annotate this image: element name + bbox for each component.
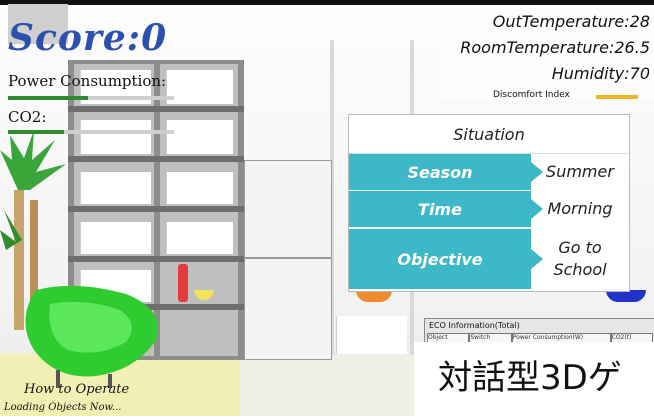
- book-row: [166, 70, 233, 104]
- environment-panel: OutTemperature:28 RoomTemperature:26.5 H…: [440, 8, 654, 100]
- title-banner: 対話型3Dゲ: [414, 342, 654, 416]
- power-consumption-bar: [8, 96, 88, 100]
- book-row: [80, 172, 151, 204]
- humidity: Humidity:70: [551, 64, 650, 83]
- co2-label: CO2:: [8, 108, 47, 126]
- discomfort-index-bar: [596, 95, 638, 99]
- green-chair: [25, 285, 159, 388]
- book-row: [166, 120, 233, 154]
- objective-value: Go to School: [553, 238, 607, 279]
- red-vase: [178, 264, 188, 302]
- situation-key-time: Time: [349, 191, 543, 227]
- score-display: Score:0: [8, 17, 168, 59]
- situation-key-objective: Objective: [349, 229, 543, 289]
- book-row: [166, 222, 233, 254]
- book-row: [336, 316, 407, 354]
- book-row: [80, 222, 151, 254]
- time-value: Morning: [547, 199, 613, 218]
- shelf-board: [68, 106, 244, 112]
- time-label: Time: [418, 199, 462, 219]
- loading-status: Loading Objects Now...: [4, 402, 122, 413]
- book-row: [80, 120, 151, 154]
- book-row: [166, 172, 233, 204]
- power-consumption-label: Power Consumption:: [8, 72, 167, 90]
- how-to-operate-button[interactable]: How to Operate: [24, 382, 129, 397]
- season-label: Season: [407, 162, 473, 182]
- shelf-board: [68, 206, 244, 212]
- cabinet: [244, 160, 332, 258]
- out-temperature: OutTemperature:28: [492, 12, 650, 31]
- discomfort-index-label: Discomfort Index: [493, 90, 570, 100]
- eco-information-title: ECO Information(Total): [429, 321, 520, 330]
- top-frame: [0, 0, 654, 5]
- objective-label: Objective: [397, 249, 483, 269]
- situation-key-season: Season: [349, 154, 543, 190]
- situation-title: Situation: [453, 124, 525, 144]
- cabinet: [244, 258, 332, 360]
- banner-title: 対話型3Dゲ: [438, 358, 622, 398]
- co2-bar: [8, 130, 65, 134]
- season-value: Summer: [546, 162, 614, 181]
- situation-row-time: Time Morning: [349, 191, 629, 227]
- shelf-board: [68, 256, 244, 262]
- room-temperature: RoomTemperature:26.5: [460, 38, 650, 57]
- situation-row-season: Season Summer: [349, 153, 629, 190]
- situation-panel: Situation Season Summer Time Morning Obj…: [348, 114, 630, 292]
- shelf-board: [68, 156, 244, 162]
- situation-row-objective: Objective Go to School: [349, 229, 629, 289]
